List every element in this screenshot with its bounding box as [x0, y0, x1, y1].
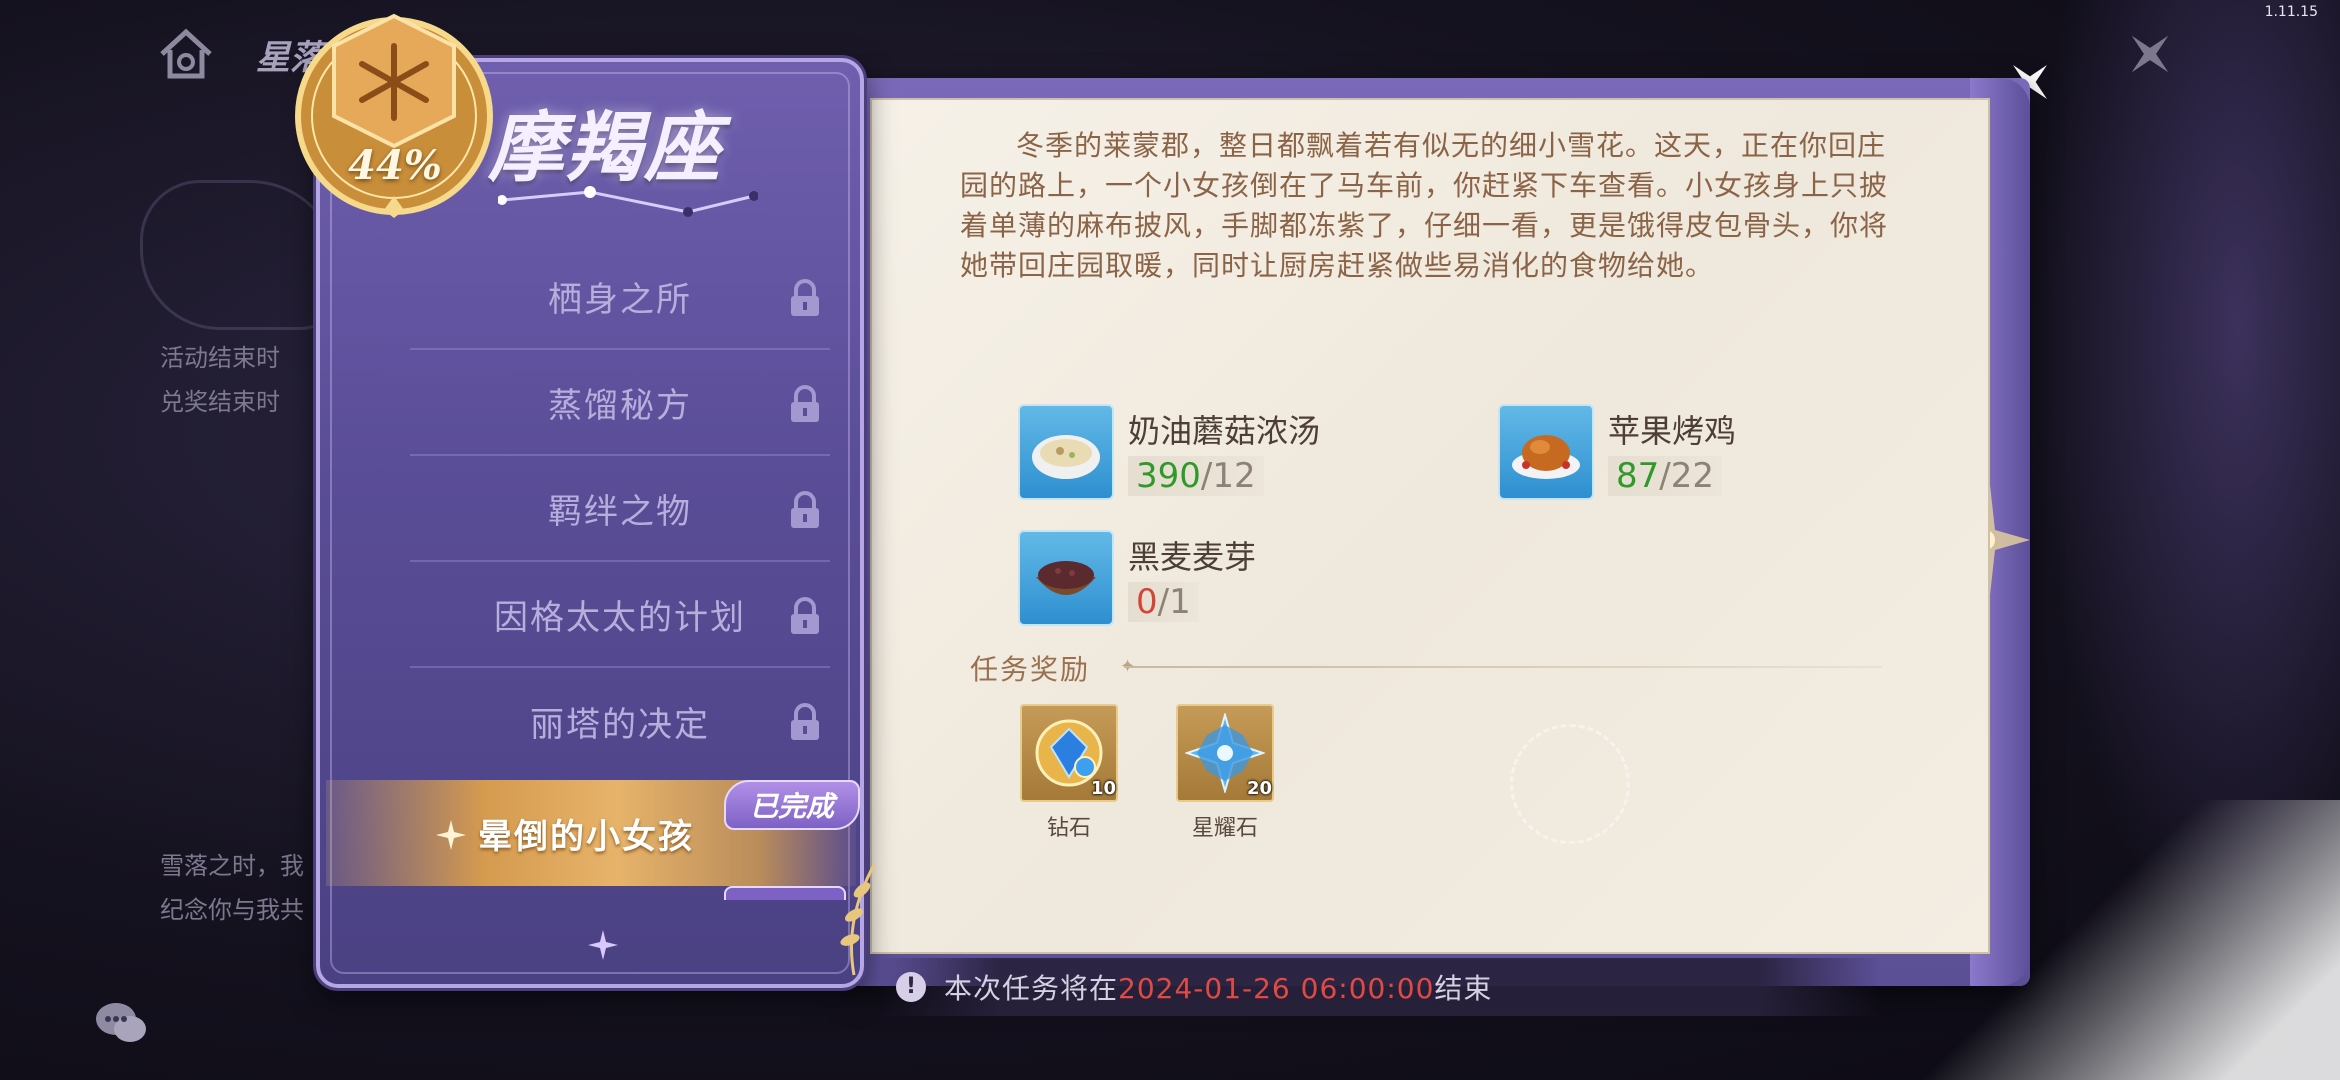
version-label: 1.11.15	[2264, 4, 2318, 20]
lock-icon	[791, 597, 819, 634]
laurel-ornament-icon	[840, 864, 876, 976]
event-info-text: 活动结束时 兑奖结束时	[160, 336, 330, 424]
lock-icon	[791, 385, 819, 422]
event-end-line: 活动结束时	[160, 344, 280, 372]
home-icon	[160, 28, 212, 79]
ingredient-have: 0	[1136, 582, 1158, 622]
ingredient-need: /22	[1659, 456, 1714, 496]
lock-icon	[791, 703, 819, 740]
rewards-divider	[1124, 666, 1882, 668]
ingredient-need: /1	[1157, 582, 1191, 622]
deadline-notice: ! 本次任务将在2024-01-26 06:00:00结束	[880, 958, 1880, 1016]
mushroom-soup-icon	[1018, 404, 1114, 500]
ingredient-item[interactable]: 苹果烤鸡 87/22	[1498, 404, 1918, 504]
background-story-line-2: 纪念你与我共	[160, 896, 304, 924]
alert-icon: !	[896, 972, 926, 1002]
ingredient-name: 黑麦麦芽	[1128, 538, 1257, 576]
ingredient-count: 0/1	[1128, 582, 1199, 622]
roast-chicken-icon	[1498, 404, 1594, 500]
ingredient-have: 390	[1136, 456, 1201, 496]
chapter-label: 蒸馏秘方	[548, 385, 692, 426]
background-story-line-1: 雪落之时，我	[160, 852, 304, 880]
lock-icon	[791, 491, 819, 528]
deadline-text: 本次任务将在2024-01-26 06:00:00结束	[944, 967, 1492, 1007]
deadline-time: 2024-01-26 06:00:00	[1118, 972, 1435, 1005]
star-ornament-icon	[588, 930, 618, 960]
sparkle-icon	[2131, 35, 2169, 73]
rewards-heading: 任务奖励	[970, 653, 1091, 686]
quest-story-text: 冬季的莱蒙郡，整日都飘着若有似无的细小雪花。这天，正在你回庄园的路上，一个小女孩…	[960, 129, 1889, 282]
reward-name: 钻石	[1046, 816, 1091, 841]
background-close-icon	[2120, 24, 2180, 84]
reward-item[interactable]: 20 星耀石	[1176, 704, 1276, 844]
chapter-label: 羁绊之物	[548, 491, 692, 532]
completed-badge: 已完成	[724, 780, 860, 830]
chapter-item[interactable]: 丽塔的决定	[410, 668, 830, 774]
chat-icon	[96, 1003, 146, 1042]
ingredient-need: /12	[1200, 456, 1256, 496]
ingredient-name: 奶油蘑菇浓汤	[1128, 412, 1321, 450]
chapter-item[interactable]: 蒸馏秘方	[410, 350, 830, 456]
chapter-item[interactable]: 栖身之所	[410, 244, 830, 350]
ingredient-item[interactable]: 奶油蘑菇浓汤 390/12	[1018, 404, 1438, 504]
chapter-label: 栖身之所	[548, 279, 692, 320]
chapter-item[interactable]: 因格太太的计划	[410, 562, 830, 668]
ingredient-item[interactable]: 黑麦麦芽 0/1	[1018, 530, 1438, 630]
snowflake-seal	[1510, 724, 1630, 844]
sparkle-icon	[436, 820, 466, 850]
lock-icon	[791, 279, 819, 316]
chapter-label: 因格太太的计划	[494, 597, 746, 638]
chat-button[interactable]	[92, 996, 152, 1050]
deadline-prefix: 本次任务将在	[944, 972, 1119, 1005]
deadline-suffix: 结束	[1434, 972, 1493, 1005]
redeem-end-line: 兑奖结束时	[160, 388, 280, 416]
reward-item[interactable]: 10 钻石	[1020, 704, 1120, 844]
background-story-text: 雪落之时，我 纪念你与我共	[160, 844, 330, 932]
home-button[interactable]	[150, 18, 222, 90]
rye-malt-icon	[1018, 530, 1114, 626]
ingredient-count: 87/22	[1608, 456, 1722, 496]
ingredient-have: 87	[1616, 456, 1660, 496]
ingredient-count: 390/12	[1128, 456, 1264, 496]
chapter-label: 晕倒的小女孩	[478, 816, 694, 857]
ingredient-name: 苹果烤鸡	[1608, 412, 1737, 450]
chapter-label: 丽塔的决定	[530, 704, 710, 745]
reward-quantity: 20	[1246, 778, 1272, 799]
reward-quantity: 10	[1090, 778, 1116, 799]
zodiac-title: 摩羯座	[488, 103, 722, 192]
progress-percent: 44%	[348, 142, 442, 189]
reward-name: 星耀石	[1191, 816, 1258, 841]
chapter-item[interactable]: 羁绊之物	[410, 456, 830, 562]
